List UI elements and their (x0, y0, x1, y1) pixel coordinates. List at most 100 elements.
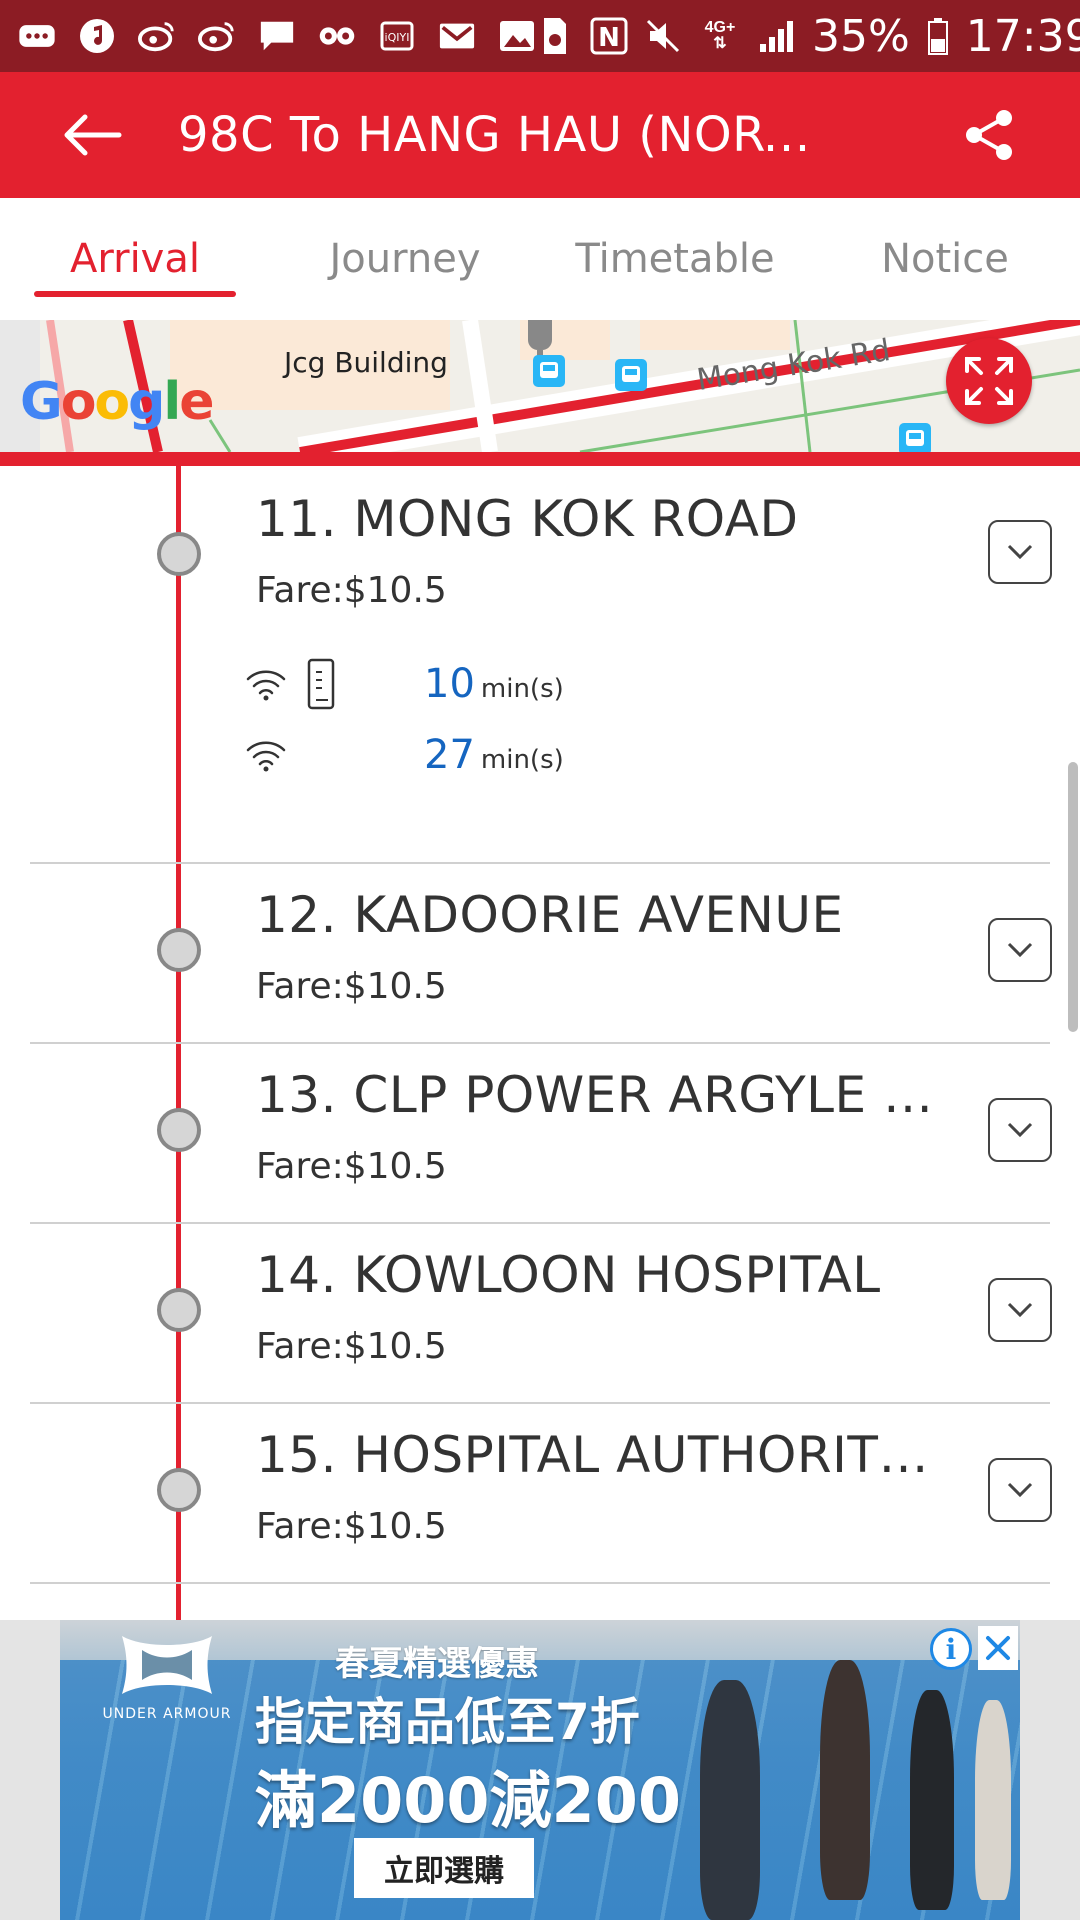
realtime-wifi-icon (246, 670, 286, 701)
chevron-down-icon (1007, 1122, 1033, 1138)
divider (30, 862, 1050, 864)
fullscreen-map-button[interactable] (946, 338, 1032, 424)
ad-runner-figure (910, 1690, 954, 1910)
ad-brand-name: UNDER ARMOUR (102, 1706, 232, 1722)
bus-stop-icon (898, 422, 932, 452)
notification-icons: iQIYI (18, 17, 536, 55)
weibo-icon (138, 17, 176, 55)
expand-stop-button[interactable] (988, 520, 1052, 584)
chevron-down-icon (1007, 1482, 1033, 1498)
back-arrow-icon (64, 114, 122, 156)
network-type-label: 4G+ (704, 19, 736, 36)
nfc-icon: N (590, 17, 628, 55)
map-label-building: Jcg Building (284, 346, 448, 379)
divider (30, 1222, 1050, 1224)
divider (30, 1582, 1050, 1584)
expand-icon (965, 357, 1013, 405)
tab-timetable[interactable]: Timetable (540, 198, 810, 320)
expand-stop-button[interactable] (988, 1098, 1052, 1162)
bus-stop-icon (532, 354, 566, 393)
tab-journey-label: Journey (329, 236, 481, 282)
stop-name: 12. KADOORIE AVENUE (256, 886, 844, 944)
tab-notice[interactable]: Notice (810, 198, 1080, 320)
eta-unit: min(s) (480, 745, 564, 775)
ad-container: UNDER ARMOUR 春夏精選優惠 指定商品低至7折 滿2000減200 立… (0, 1620, 1080, 1920)
close-icon (986, 1636, 1010, 1660)
divider (30, 1402, 1050, 1404)
under-armour-logo: UNDER ARMOUR (82, 1630, 252, 1740)
ad-runner-figure (820, 1660, 870, 1900)
system-icons: N 4G+ ⇅ 35% 17:39 (536, 11, 1080, 62)
chevron-down-icon (1007, 1302, 1033, 1318)
ad-close-button[interactable] (978, 1626, 1018, 1670)
recycle-sim-icon (536, 17, 574, 55)
chevron-down-icon (1007, 942, 1033, 958)
image-icon (498, 17, 536, 55)
tab-arrival[interactable]: Arrival (0, 198, 270, 320)
expand-stop-button[interactable] (988, 1278, 1052, 1342)
expand-stop-button[interactable] (988, 1458, 1052, 1522)
tab-journey[interactable]: Journey (270, 198, 540, 320)
chevron-down-icon (1007, 544, 1033, 560)
stop-fare: Fare:$10.5 (256, 966, 447, 1007)
ad-info-icon[interactable]: i (930, 1628, 972, 1670)
active-tab-indicator (34, 291, 236, 297)
ad-headline: 春夏精選優惠 (335, 1644, 539, 1684)
realtime-wifi-icon (246, 741, 286, 772)
ad-runner-figure (700, 1680, 760, 1920)
scrollbar[interactable] (1068, 762, 1078, 1032)
stop-list[interactable]: 11. MONG KOK ROAD Fare:$10.5 10 min(s) 2… (0, 466, 1080, 1620)
stop-marker (157, 1108, 201, 1152)
glasses-icon (318, 17, 356, 55)
bus-stop-icon (614, 358, 648, 397)
stop-fare: Fare:$10.5 (256, 1146, 447, 1187)
route-map[interactable]: Jcg Building Mong Kok Rd Google (0, 320, 1080, 452)
tab-notice-label: Notice (881, 236, 1009, 282)
ad-runner-figure (975, 1700, 1011, 1900)
stop-fare: Fare:$10.5 (256, 1506, 447, 1547)
stop-name: 14. KOWLOON HOSPITAL (256, 1246, 881, 1304)
back-button[interactable] (38, 72, 148, 198)
svg-text:iQIYI: iQIYI (385, 31, 410, 44)
map-route-border (0, 452, 1080, 466)
share-icon (966, 110, 1012, 160)
battery-percentage: 35% (812, 10, 910, 62)
accessible-bus-icon (307, 658, 335, 710)
stop-fare: Fare:$10.5 (256, 570, 447, 611)
stop-name: 15. HOSPITAL AUTHORITY B... (256, 1426, 936, 1484)
under-armour-logo-mark (122, 1636, 212, 1694)
eta-minutes: 27 (424, 732, 475, 778)
ad-discount-line: 滿2000減200 (255, 1764, 681, 1837)
eta-row: 10 min(s) (244, 658, 564, 710)
divider (30, 1042, 1050, 1044)
music-note-icon (78, 17, 116, 55)
stop-name: 13. CLP POWER ARGYLE ST... (256, 1066, 936, 1124)
stop-fare: Fare:$10.5 (256, 1326, 447, 1367)
signal-icon (758, 17, 796, 55)
ad-offer-line: 指定商品低至7折 (255, 1693, 640, 1751)
gmail-icon (438, 17, 476, 55)
app-bar: 98C To HANG HAU (NORTH)... (0, 72, 1080, 198)
ad-banner[interactable]: UNDER ARMOUR 春夏精選優惠 指定商品低至7折 滿2000減200 立… (60, 1620, 1020, 1920)
tab-bar: Arrival Journey Timetable Notice (0, 198, 1080, 320)
expand-stop-button[interactable] (988, 918, 1052, 982)
share-button[interactable] (956, 102, 1022, 168)
mute-icon (644, 17, 682, 55)
chat-bubble-icon (18, 17, 56, 55)
svg-text:N: N (598, 23, 620, 53)
eta-unit: min(s) (480, 674, 564, 704)
message-icon (258, 17, 296, 55)
stop-marker (157, 532, 201, 576)
battery-icon (926, 17, 950, 55)
eta-minutes: 10 (424, 661, 475, 707)
weibo-icon-2 (198, 17, 236, 55)
iqiyi-icon: iQIYI (378, 17, 416, 55)
clock: 17:39 (965, 10, 1080, 62)
route-title: 98C To HANG HAU (NORTH)... (178, 107, 838, 163)
ad-cta-button[interactable]: 立即選購 (354, 1838, 534, 1898)
google-logo: Google (20, 372, 215, 432)
app-screen: iQIYI N 4G+ ⇅ 35% 17:39 98C To HANG HAU … (0, 0, 1080, 1920)
tab-timetable-label: Timetable (575, 236, 775, 282)
stop-name: 11. MONG KOK ROAD (256, 490, 799, 548)
stop-marker (157, 928, 201, 972)
